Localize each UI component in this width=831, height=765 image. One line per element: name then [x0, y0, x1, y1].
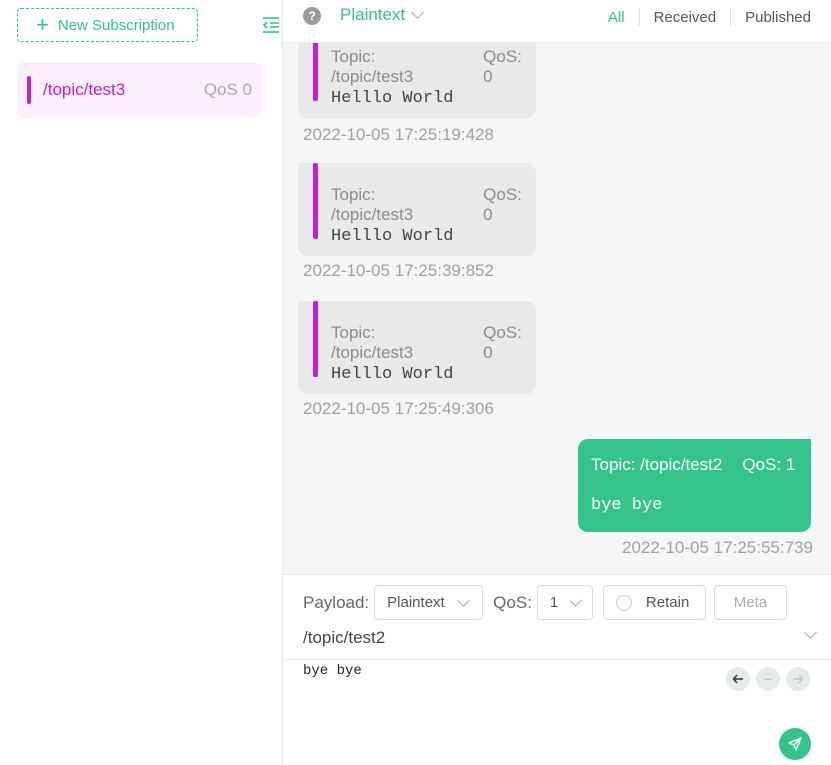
received-message: Topic: /topic/test3 QoS: 0 Helllo World …	[298, 301, 536, 418]
publish-composer: Payload: Plaintext QoS: 1 Retain Meta /t…	[283, 574, 831, 765]
message-timestamp: 2022-10-05 17:25:39:852	[303, 261, 494, 280]
new-subscription-label: New Subscription	[57, 16, 175, 34]
arrow-right-icon	[793, 674, 804, 684]
new-subscription-button[interactable]: + New Subscription	[17, 8, 198, 42]
subscription-panel: + New Subscription /topic/test3 QoS 0	[0, 0, 283, 765]
message-color-bar	[313, 163, 318, 239]
received-message: Topic: /topic/test3 QoS: 0 Helllo World …	[298, 163, 536, 280]
retain-toggle[interactable]: Retain	[602, 585, 706, 620]
divider	[283, 659, 831, 660]
qos-select[interactable]: 1	[536, 585, 593, 620]
history-forward-button[interactable]	[786, 667, 810, 691]
payload-type-label: Plaintext	[340, 5, 406, 24]
topic-input[interactable]: /topic/test2	[303, 628, 385, 648]
help-icon[interactable]: ?	[303, 7, 321, 25]
filter-published[interactable]: Published	[731, 9, 811, 26]
subscription-color-bar	[27, 76, 31, 104]
qos-value: 1	[549, 594, 559, 611]
minus-icon	[764, 678, 772, 680]
published-message: Topic: /topic/test2 QoS: 1 bye bye	[578, 439, 811, 532]
collapse-panel-icon[interactable]	[261, 15, 281, 35]
message-qos: QoS: 0	[483, 47, 522, 86]
received-message: Topic: /topic/test3 QoS: 0 Helllo World …	[298, 43, 536, 144]
message-bubble: Topic: /topic/test3 QoS: 0 Helllo World	[298, 301, 536, 394]
payload-type-select[interactable]: Plaintext	[340, 5, 425, 25]
meta-button[interactable]: Meta	[713, 585, 787, 620]
message-payload: Helllo World	[331, 89, 454, 108]
chevron-down-icon	[570, 594, 582, 606]
filter-all[interactable]: All	[594, 9, 639, 26]
message-toolbar: ? Plaintext All Received Published	[283, 0, 831, 43]
history-back-button[interactable]	[726, 667, 750, 691]
chevron-down-icon	[411, 6, 425, 19]
retain-label: Retain	[645, 594, 690, 611]
history-reset-button[interactable]	[756, 667, 780, 691]
send-button[interactable]	[779, 728, 811, 760]
subscription-qos: QoS 0	[203, 80, 252, 99]
message-topic: Topic: /topic/test2	[591, 455, 723, 474]
message-timestamp: 2022-10-05 17:25:19:428	[303, 125, 494, 144]
chevron-down-icon	[456, 593, 470, 607]
filter-received[interactable]: Received	[640, 9, 731, 26]
message-color-bar	[313, 301, 318, 377]
message-payload: bye bye	[591, 496, 663, 515]
message-timestamp: 2022-10-05 17:25:49:306	[303, 399, 494, 418]
meta-label: Meta	[733, 594, 768, 611]
payload-label: Payload:	[303, 592, 370, 612]
chevron-down-icon[interactable]	[804, 626, 817, 639]
message-list[interactable]: Topic: /topic/test3 QoS: 0 Helllo World …	[283, 43, 831, 574]
message-topic: Topic: /topic/test3	[331, 323, 414, 362]
payload-input[interactable]: bye bye	[303, 663, 362, 679]
retain-radio[interactable]	[615, 594, 632, 611]
subscription-topic: /topic/test3	[43, 80, 126, 99]
message-timestamp: 2022-10-05 17:25:55:739	[622, 538, 813, 557]
message-topic: Topic: /topic/test3	[331, 185, 414, 224]
message-bubble: Topic: /topic/test3 QoS: 0 Helllo World	[298, 43, 536, 118]
message-qos: QoS: 0	[483, 185, 522, 224]
message-qos: QoS: 1	[742, 455, 796, 474]
arrow-left-icon	[732, 674, 743, 684]
message-color-bar	[313, 43, 318, 101]
payload-format-value: Plaintext	[387, 594, 445, 611]
message-payload: Helllo World	[331, 365, 454, 384]
message-payload: Helllo World	[331, 227, 454, 246]
plus-icon: +	[36, 12, 49, 37]
message-filter: All Received Published	[594, 8, 811, 26]
qos-label: QoS:	[493, 592, 532, 612]
message-bubble: Topic: /topic/test3 QoS: 0 Helllo World	[298, 163, 536, 256]
send-icon	[788, 737, 802, 751]
message-qos: QoS: 0	[483, 323, 522, 362]
message-topic: Topic: /topic/test3	[331, 47, 414, 86]
payload-format-select[interactable]: Plaintext	[374, 585, 484, 620]
subscription-item[interactable]: /topic/test3 QoS 0	[17, 62, 262, 118]
